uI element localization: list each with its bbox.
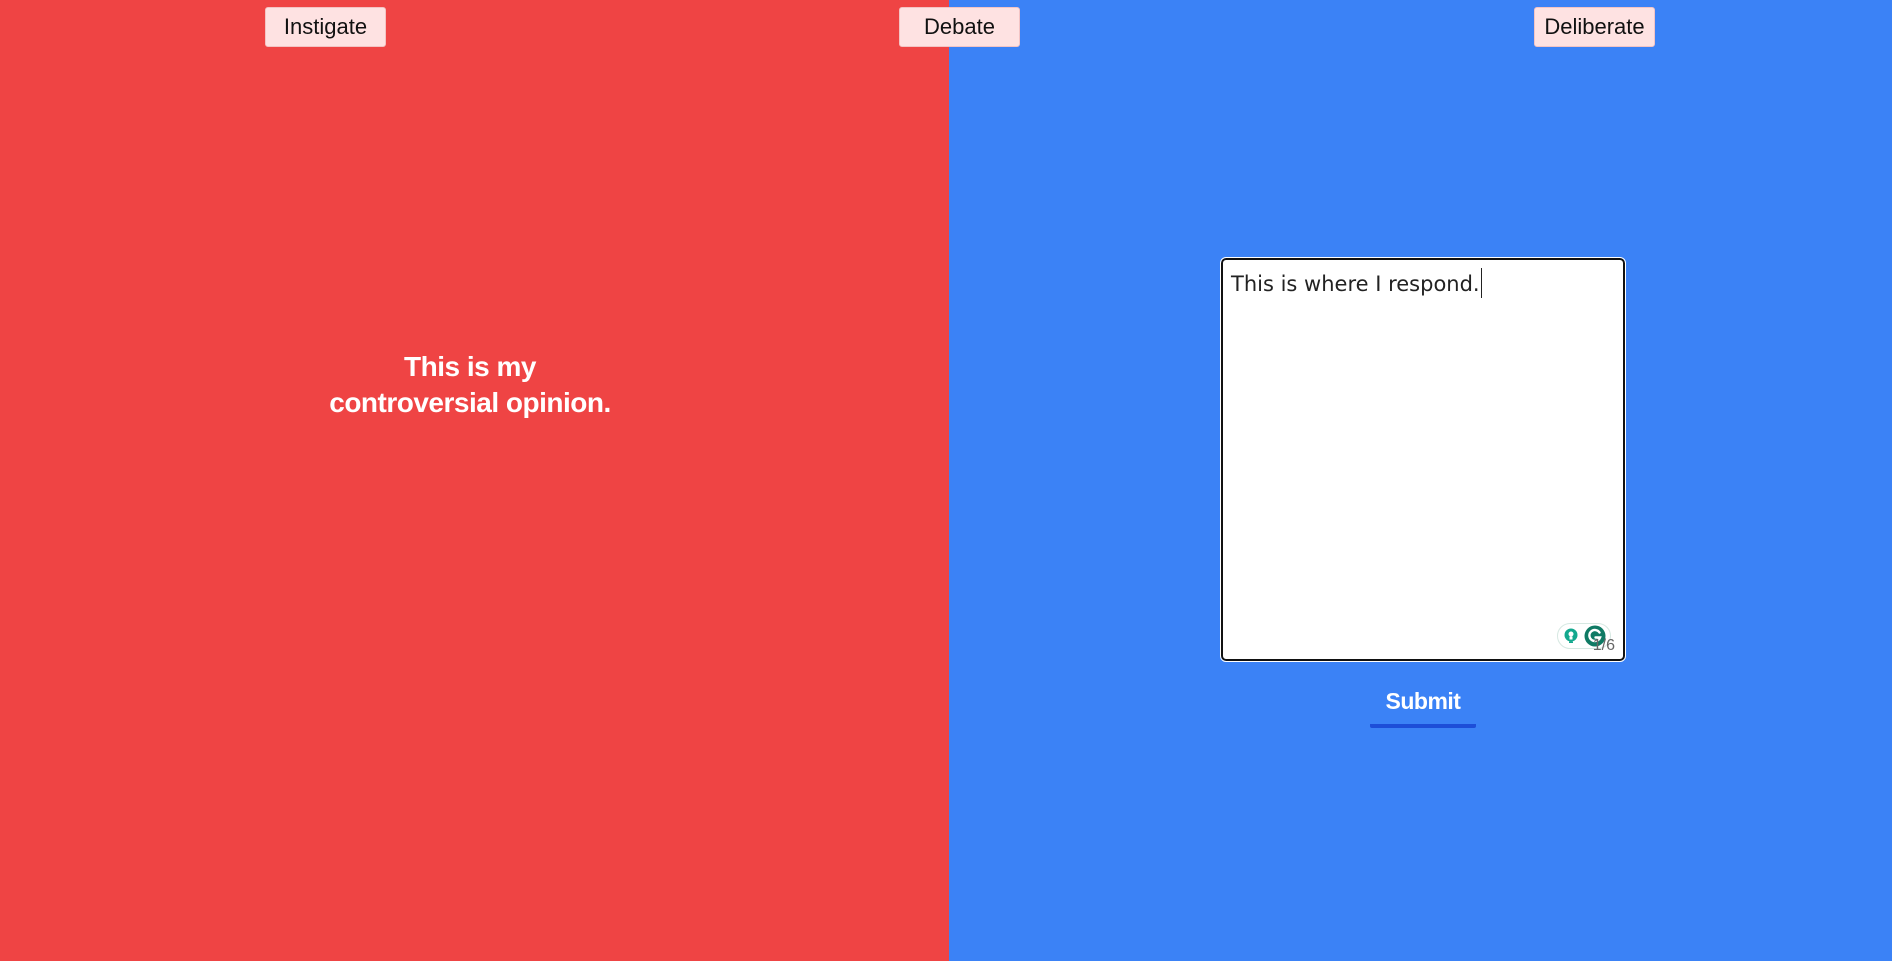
submit-button[interactable]: Submit	[1370, 684, 1476, 728]
page: This is my controversial opinion. Instig…	[0, 0, 1892, 961]
opinion-line-1: This is my	[404, 351, 536, 382]
text-caret	[1480, 268, 1482, 298]
character-counter: 1/6	[1592, 637, 1615, 654]
response-text: This is where I respond.	[1231, 272, 1480, 296]
controversial-opinion: This is my controversial opinion.	[280, 349, 660, 421]
response-textarea[interactable]: This is where I respond. 1/6	[1220, 257, 1626, 662]
instigate-panel: This is my controversial opinion.	[0, 0, 949, 961]
opinion-line-2: controversial opinion.	[329, 387, 611, 418]
deliberate-button[interactable]: Deliberate	[1534, 7, 1655, 47]
debate-button[interactable]: Debate	[899, 7, 1020, 47]
instigate-button[interactable]: Instigate	[265, 7, 386, 47]
lightbulb-icon[interactable]	[1563, 628, 1579, 644]
